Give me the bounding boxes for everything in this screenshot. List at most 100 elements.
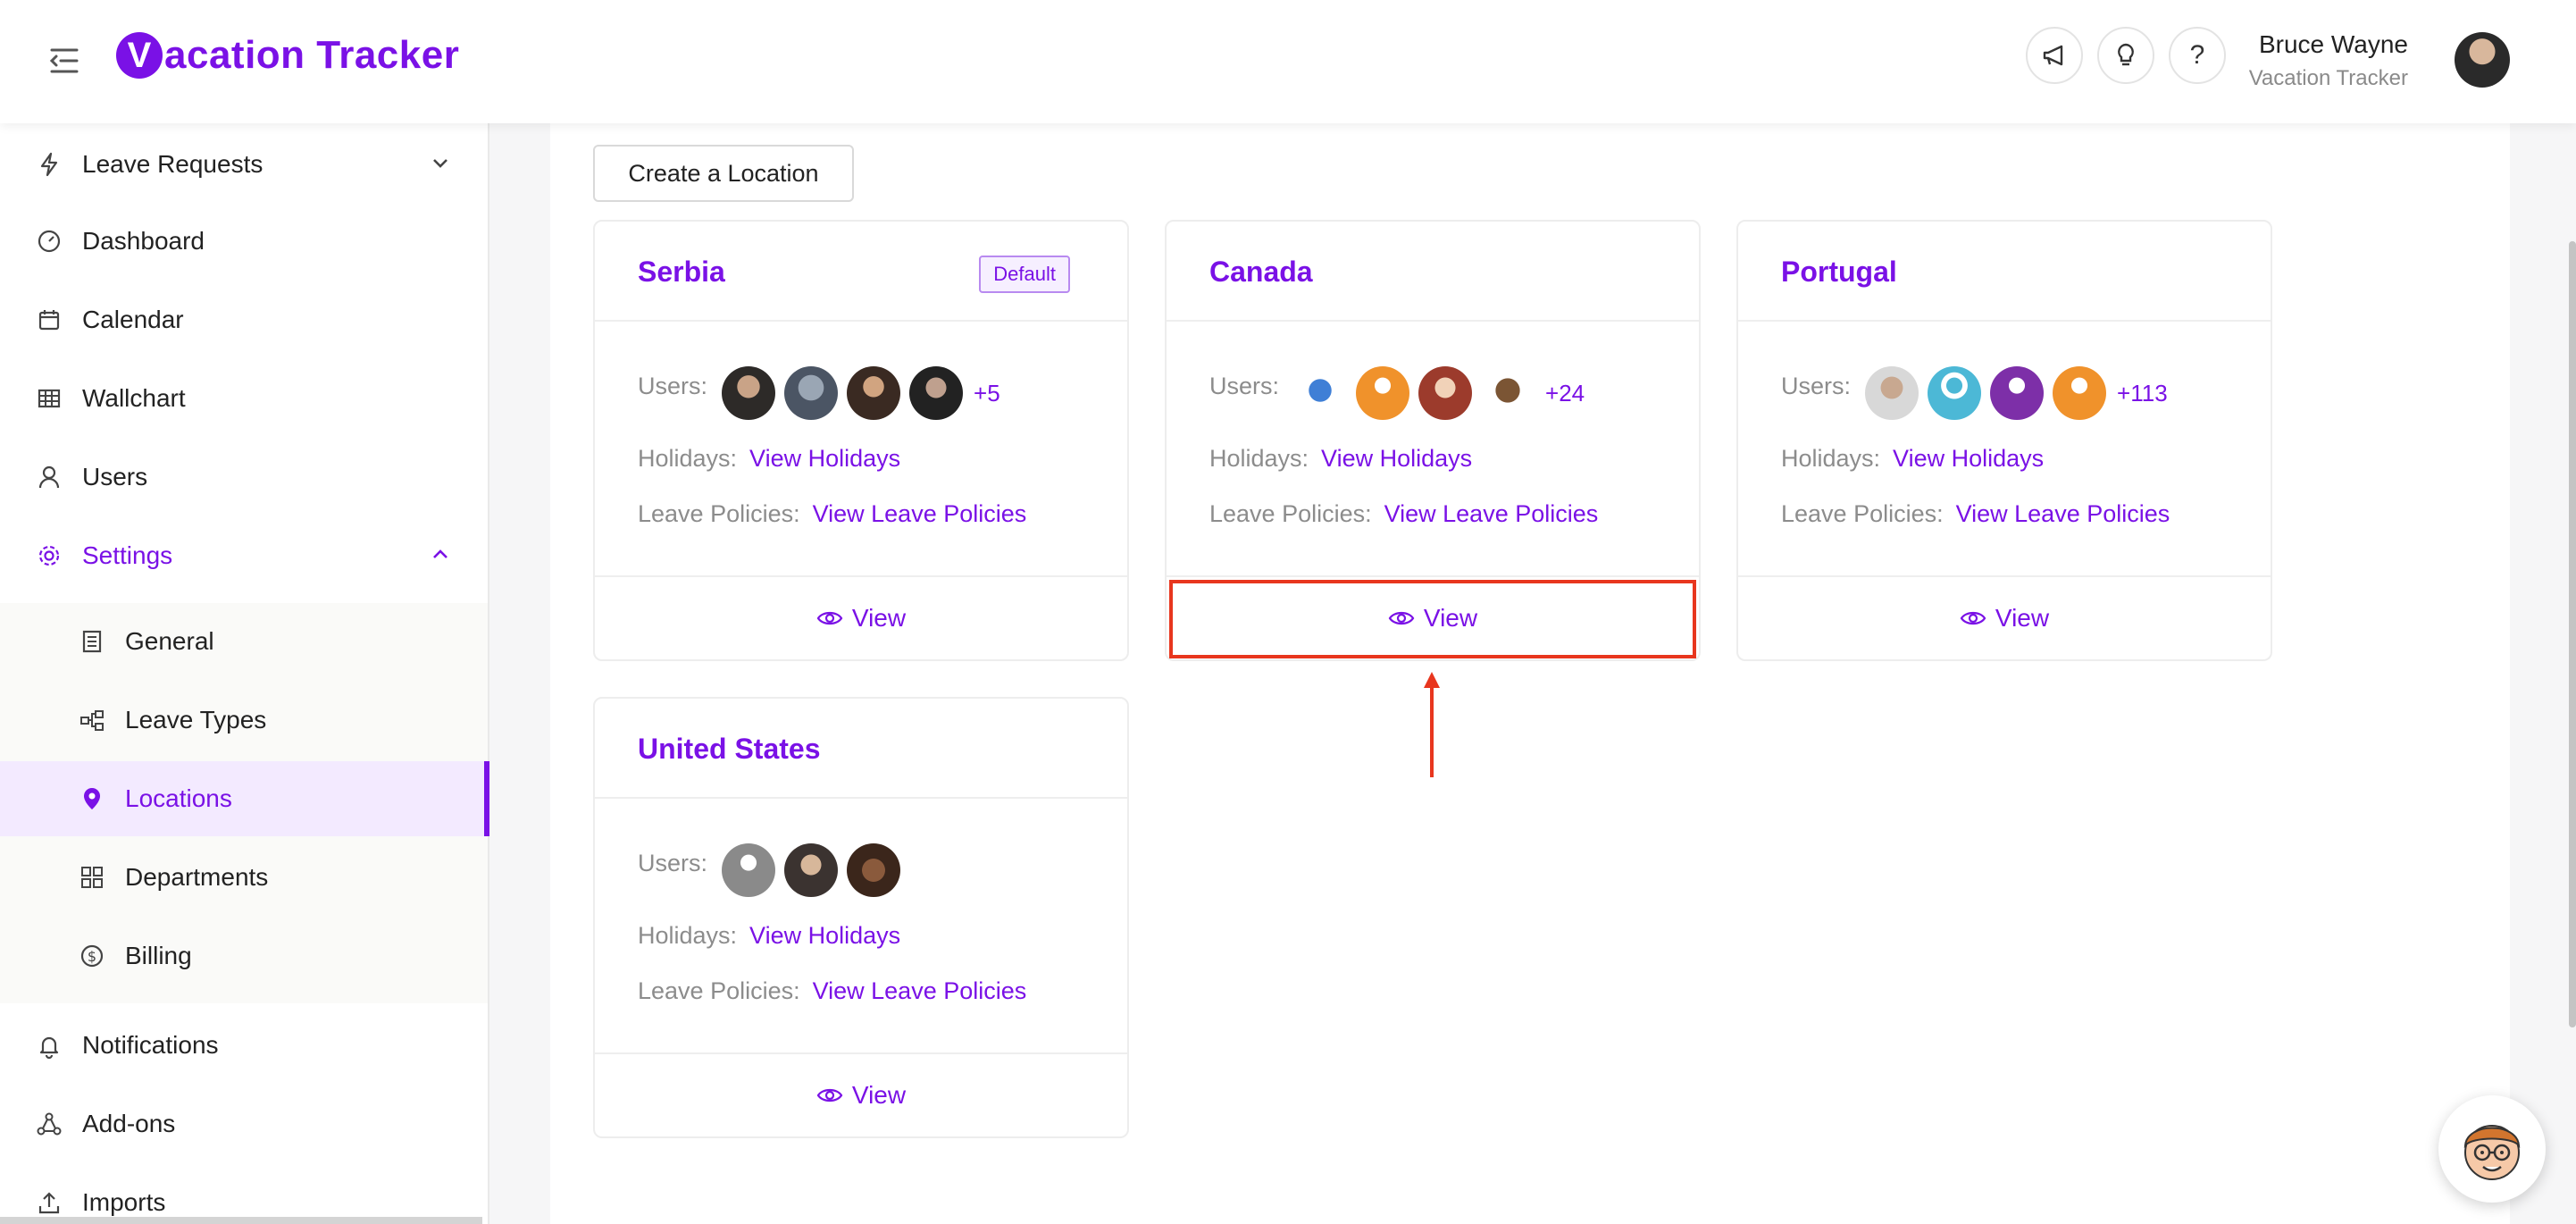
- default-badge: Default: [979, 256, 1070, 293]
- holidays-label: Holidays:: [638, 922, 738, 949]
- sidebar-item-label: Wallchart: [82, 384, 186, 412]
- users-row: Users: +24: [1209, 365, 1585, 422]
- view-holidays-link[interactable]: View Holidays: [749, 922, 900, 950]
- location-card-serbia: Serbia Default Users: +5 Holidays: View …: [593, 220, 1129, 661]
- holidays-row: Holidays: View Holidays: [638, 922, 900, 950]
- app-name: acation Tracker: [164, 33, 460, 77]
- more-users-count[interactable]: +5: [974, 380, 1000, 407]
- grid-icon: [77, 862, 107, 893]
- view-button[interactable]: View: [1738, 575, 2271, 659]
- location-name[interactable]: Canada: [1209, 256, 1313, 289]
- more-users-count[interactable]: +113: [2117, 380, 2168, 407]
- avatar[interactable]: [722, 843, 776, 897]
- avatar[interactable]: [784, 366, 839, 420]
- sidebar-item-calendar[interactable]: Calendar: [0, 282, 489, 357]
- leave-policies-row: Leave Policies: View Leave Policies: [638, 977, 1026, 1005]
- sidebar-item-label: Departments: [125, 863, 269, 891]
- view-button[interactable]: View: [595, 575, 1127, 659]
- leave-policies-label: Leave Policies:: [1781, 500, 1944, 527]
- avatar[interactable]: [1481, 366, 1535, 420]
- view-holidays-link[interactable]: View Holidays: [1321, 445, 1472, 473]
- user-avatars: [1865, 366, 2115, 420]
- view-leave-policies-link[interactable]: View Leave Policies: [1384, 500, 1599, 528]
- user-avatars: [722, 843, 909, 897]
- lightning-icon: [34, 149, 64, 180]
- view-holidays-link[interactable]: View Holidays: [1893, 445, 2044, 473]
- avatar[interactable]: [847, 366, 901, 420]
- location-card-united-states: United States Users: Holidays: View Holi…: [593, 697, 1129, 1138]
- vertical-scrollbar[interactable]: [2569, 241, 2576, 1027]
- avatar[interactable]: [1356, 366, 1410, 420]
- location-name[interactable]: United States: [638, 733, 820, 766]
- avatar[interactable]: [1928, 366, 1982, 420]
- view-leave-policies-link[interactable]: View Leave Policies: [813, 500, 1027, 528]
- sidebar-item-label: Leave Requests: [82, 150, 263, 178]
- location-card-portugal: Portugal Users: +113 Holidays: View Holi…: [1736, 220, 2272, 661]
- card-header: Canada: [1167, 222, 1699, 322]
- support-chat-button[interactable]: [2438, 1095, 2546, 1203]
- help-button[interactable]: ?: [2169, 27, 2226, 84]
- sidebar-item-settings[interactable]: Settings: [0, 518, 489, 593]
- sidebar-item-dashboard[interactable]: Dashboard: [0, 204, 489, 279]
- megaphone-icon: [2043, 45, 2063, 66]
- leave-policies-row: Leave Policies: View Leave Policies: [638, 500, 1026, 528]
- sidebar-item-locations[interactable]: Locations: [0, 761, 489, 836]
- holidays-row: Holidays: View Holidays: [638, 445, 900, 473]
- highlight-box: [1169, 580, 1696, 658]
- sidebar-item-billing[interactable]: $ Billing: [0, 918, 489, 993]
- users-label: Users:: [1209, 372, 1280, 399]
- avatar[interactable]: [1293, 366, 1348, 420]
- addons-icon: [34, 1109, 64, 1139]
- sidebar-item-add-ons[interactable]: Add-ons: [0, 1086, 489, 1161]
- user-avatar[interactable]: [2455, 32, 2510, 88]
- leave-policies-row: Leave Policies: View Leave Policies: [1209, 500, 1598, 528]
- view-leave-policies-link[interactable]: View Leave Policies: [813, 977, 1027, 1005]
- location-name[interactable]: Serbia: [638, 256, 725, 289]
- sidebar-horizontal-scrollbar[interactable]: [0, 1217, 482, 1224]
- create-location-button[interactable]: Create a Location: [593, 145, 854, 202]
- avatar[interactable]: [1990, 366, 2045, 420]
- sidebar-item-imports[interactable]: Imports: [0, 1165, 489, 1224]
- dollar-icon: $: [77, 941, 107, 971]
- menu-collapse-icon[interactable]: [45, 41, 84, 80]
- avatar[interactable]: [722, 366, 776, 420]
- user-avatars: [722, 366, 972, 420]
- card-header: United States: [595, 699, 1127, 799]
- avatar[interactable]: [1418, 366, 1473, 420]
- sidebar-item-users[interactable]: Users: [0, 440, 489, 515]
- users-label: Users:: [1781, 372, 1852, 399]
- sidebar-item-label: Dashboard: [82, 227, 205, 255]
- view-label: View: [851, 1081, 907, 1109]
- view-holidays-link[interactable]: View Holidays: [749, 445, 900, 473]
- document-icon: [77, 626, 107, 657]
- announcements-button[interactable]: [2026, 27, 2083, 84]
- sidebar-item-general[interactable]: General: [0, 604, 489, 679]
- more-users-count[interactable]: +24: [1545, 380, 1585, 407]
- arrow-up-icon: [1424, 672, 1440, 777]
- sidebar-item-leave-requests[interactable]: Leave Requests: [0, 127, 489, 202]
- location-name[interactable]: Portugal: [1781, 256, 1897, 289]
- sidebar-item-label: Billing: [125, 942, 192, 969]
- avatar[interactable]: [2053, 366, 2107, 420]
- sidebar-item-label: Notifications: [82, 1031, 219, 1059]
- avatar[interactable]: [784, 843, 839, 897]
- avatar[interactable]: [847, 843, 901, 897]
- view-leave-policies-link[interactable]: View Leave Policies: [1956, 500, 2170, 528]
- avatar[interactable]: [909, 366, 964, 420]
- leave-policies-row: Leave Policies: View Leave Policies: [1781, 500, 2170, 528]
- view-button[interactable]: View: [595, 1052, 1127, 1136]
- sidebar-item-leave-types[interactable]: Leave Types: [0, 683, 489, 758]
- sidebar-item-label: Leave Types: [125, 706, 267, 734]
- sidebar-item-departments[interactable]: Departments: [0, 840, 489, 915]
- avatar[interactable]: [1865, 366, 1919, 420]
- user-company: Vacation Tracker: [2248, 66, 2408, 90]
- sidebar-item-notifications[interactable]: Notifications: [0, 1008, 489, 1083]
- tips-button[interactable]: [2097, 27, 2154, 84]
- app-logo[interactable]: V acation Tracker: [116, 29, 459, 82]
- user-name[interactable]: Bruce Wayne: [2259, 30, 2408, 59]
- sidebar-item-wallchart[interactable]: Wallchart: [0, 361, 489, 436]
- holidays-label: Holidays:: [638, 445, 738, 472]
- sidebar-item-label: Calendar: [82, 306, 184, 333]
- bell-icon: [34, 1030, 64, 1061]
- view-label: View: [851, 604, 907, 632]
